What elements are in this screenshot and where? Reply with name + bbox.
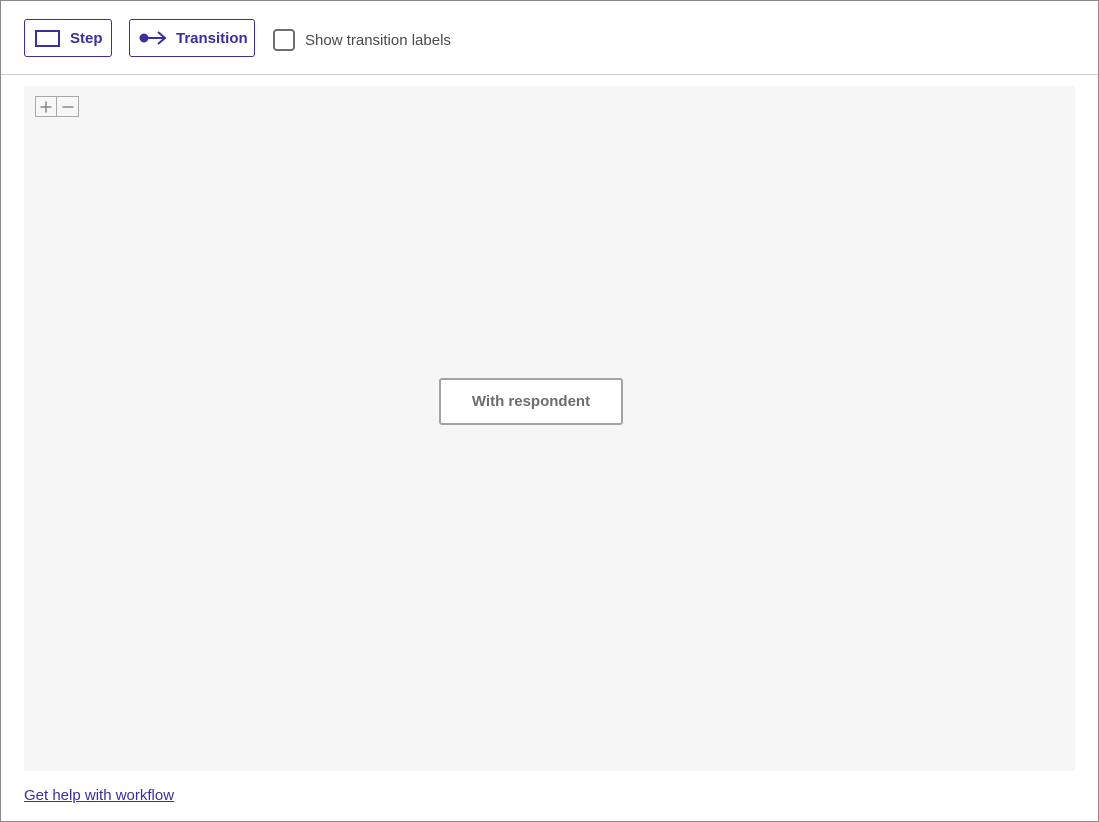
show-transition-labels-toggle[interactable]: Show transition labels [273, 28, 451, 52]
toolbar: Step Transition Show transition labels [1, 1, 1098, 75]
zoom-in-button[interactable] [35, 96, 57, 117]
show-transition-labels-label: Show transition labels [305, 31, 451, 49]
show-transition-labels-checkbox[interactable] [273, 29, 295, 51]
step-button-label: Step [70, 29, 103, 47]
add-transition-button[interactable]: Transition [129, 19, 255, 57]
zoom-out-button[interactable] [57, 96, 79, 117]
transition-button-label: Transition [176, 29, 248, 47]
arrow-right-icon [139, 30, 167, 46]
workflow-help-link[interactable]: Get help with workflow [24, 787, 174, 804]
workflow-editor: Step Transition Show transition labels W… [0, 0, 1099, 822]
rectangle-icon [35, 29, 60, 47]
workflow-step-label: With respondent [471, 393, 591, 410]
plus-icon [40, 101, 52, 113]
add-step-button[interactable]: Step [24, 19, 112, 57]
minus-icon [62, 101, 74, 113]
zoom-controls [35, 96, 79, 117]
workflow-canvas[interactable]: With respondent [24, 86, 1075, 771]
workflow-step-node[interactable]: With respondent [439, 378, 623, 425]
